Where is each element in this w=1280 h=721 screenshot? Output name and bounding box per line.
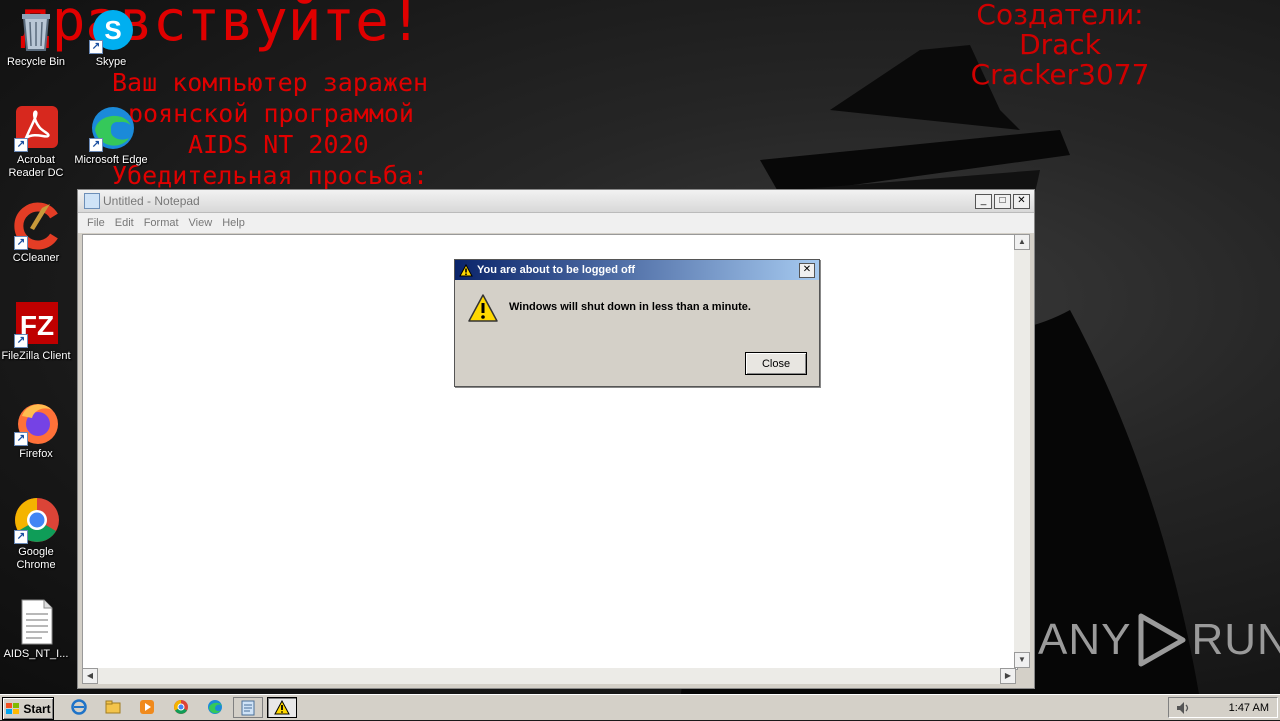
- maximize-button[interactable]: □: [994, 194, 1011, 209]
- desktop-icon-ccleaner[interactable]: ↗ CCleaner: [0, 202, 74, 265]
- shortcut-arrow-icon: ↗: [14, 236, 28, 250]
- warning-icon: [468, 294, 498, 322]
- scroll-right-arrow-icon[interactable]: ▶: [1000, 668, 1016, 684]
- icon-label: AIDS_NT_I...: [3, 648, 69, 660]
- start-label: Start: [23, 701, 51, 716]
- desktop-icon-recycle-bin[interactable]: Recycle Bin: [0, 6, 74, 69]
- windows-logo-icon: [6, 702, 20, 714]
- window-controls: _ □ ✕: [975, 194, 1030, 209]
- notepad-taskbar-icon: [241, 700, 255, 716]
- chrome-taskbar-icon[interactable]: [173, 699, 189, 715]
- taskbar: Start 1:47 AM: [0, 694, 1280, 720]
- shortcut-arrow-icon: ↗: [14, 432, 28, 446]
- desktop-icon-firefox[interactable]: ↗ Firefox: [0, 398, 74, 461]
- notepad-titlebar[interactable]: Untitled - Notepad _ □ ✕: [78, 190, 1034, 213]
- volume-icon[interactable]: [1175, 700, 1191, 716]
- dialog-title: You are about to be logged off: [477, 264, 636, 276]
- notepad-menubar: File Edit Format View Help: [78, 213, 1034, 233]
- taskbar-notepad-button[interactable]: [233, 697, 263, 718]
- icon-label: Google Chrome: [16, 546, 56, 571]
- menu-format[interactable]: Format: [144, 217, 179, 229]
- scroll-left-arrow-icon[interactable]: ◀: [82, 668, 98, 684]
- minimize-button[interactable]: _: [975, 194, 992, 209]
- menu-file[interactable]: File: [87, 217, 105, 229]
- file-explorer-icon[interactable]: [105, 699, 121, 715]
- text-file-icon: [21, 599, 53, 645]
- desktop-icon-skype[interactable]: S ↗ Skype: [73, 6, 149, 69]
- wallpaper-line-2: роянской программой: [128, 99, 414, 128]
- shortcut-arrow-icon: ↗: [14, 530, 28, 544]
- wallpaper-line-4: Убедительная просьба:: [112, 161, 429, 190]
- clock[interactable]: 1:47 AM: [1229, 702, 1269, 714]
- icon-label: CCleaner: [12, 252, 60, 264]
- warning-taskbar-icon: [274, 699, 290, 715]
- internet-explorer-icon[interactable]: [71, 699, 87, 715]
- start-button[interactable]: Start: [2, 697, 54, 720]
- svg-text:S: S: [104, 15, 121, 45]
- wallpaper-creators: Создатели: Drack Cracker3077: [950, 0, 1170, 90]
- icon-label: Firefox: [19, 448, 53, 460]
- logoff-dialog: You are about to be logged off ✕ Windows…: [454, 259, 820, 387]
- dialog-titlebar[interactable]: You are about to be logged off ✕: [455, 260, 819, 280]
- watermark-right-text: RUN: [1191, 615, 1280, 664]
- scroll-down-arrow-icon[interactable]: ▼: [1014, 652, 1030, 668]
- play-triangle-icon: [1138, 613, 1186, 667]
- wallpaper-line-1: Ваш компьютер заражен: [112, 68, 429, 97]
- desktop-icon-acrobat[interactable]: ↗ Acrobat Reader DC: [0, 104, 74, 180]
- desktop-icon-aids-file[interactable]: AIDS_NT_I...: [0, 598, 74, 661]
- recycle-bin-icon: [22, 14, 50, 51]
- wallpaper-line-3: AIDS NT 2020: [188, 130, 369, 159]
- notepad-icon: [84, 193, 100, 209]
- desktop-icon-edge[interactable]: ↗ Microsoft Edge: [73, 104, 149, 167]
- icon-label: Skype: [95, 56, 127, 68]
- icon-label: Recycle Bin: [6, 56, 66, 68]
- dialog-close-button[interactable]: Close: [745, 352, 807, 375]
- vertical-scrollbar[interactable]: ▲ ▼: [1014, 234, 1030, 668]
- menu-help[interactable]: Help: [222, 217, 245, 229]
- close-button[interactable]: ✕: [1013, 194, 1030, 209]
- menu-view[interactable]: View: [189, 217, 213, 229]
- watermark-left-text: ANY: [1038, 615, 1132, 664]
- icon-label: Microsoft Edge: [74, 154, 148, 166]
- creators-name-2: Cracker3077: [970, 58, 1150, 91]
- warning-icon-small: [459, 263, 473, 276]
- shortcut-arrow-icon: ↗: [89, 40, 103, 54]
- scroll-up-arrow-icon[interactable]: ▲: [1014, 234, 1030, 250]
- creators-heading: Создатели:: [976, 0, 1144, 31]
- shortcut-arrow-icon: ↗: [14, 138, 28, 152]
- dialog-message: Windows will shut down in less than a mi…: [509, 301, 751, 313]
- media-player-icon[interactable]: [139, 699, 155, 715]
- taskbar-dialog-button[interactable]: [267, 697, 297, 718]
- desktop-icon-chrome[interactable]: ↗ Google Chrome: [0, 496, 74, 572]
- system-tray: 1:47 AM: [1168, 697, 1278, 718]
- creators-name-1: Drack: [1019, 28, 1101, 61]
- horizontal-scrollbar[interactable]: ◀ ▶: [82, 668, 1016, 684]
- shortcut-arrow-icon: ↗: [89, 138, 103, 152]
- icon-label: FileZilla Client: [1, 350, 71, 362]
- menu-edit[interactable]: Edit: [115, 217, 134, 229]
- shortcut-arrow-icon: ↗: [14, 334, 28, 348]
- anyrun-watermark: ANY RUN: [1038, 612, 1280, 668]
- icon-label: Acrobat Reader DC: [8, 154, 64, 179]
- notepad-title: Untitled - Notepad: [103, 194, 200, 208]
- desktop-icon-filezilla[interactable]: FZ ↗ FileZilla Client: [0, 300, 74, 363]
- dialog-close-x-button[interactable]: ✕: [799, 263, 815, 278]
- edge-taskbar-icon[interactable]: [207, 699, 223, 715]
